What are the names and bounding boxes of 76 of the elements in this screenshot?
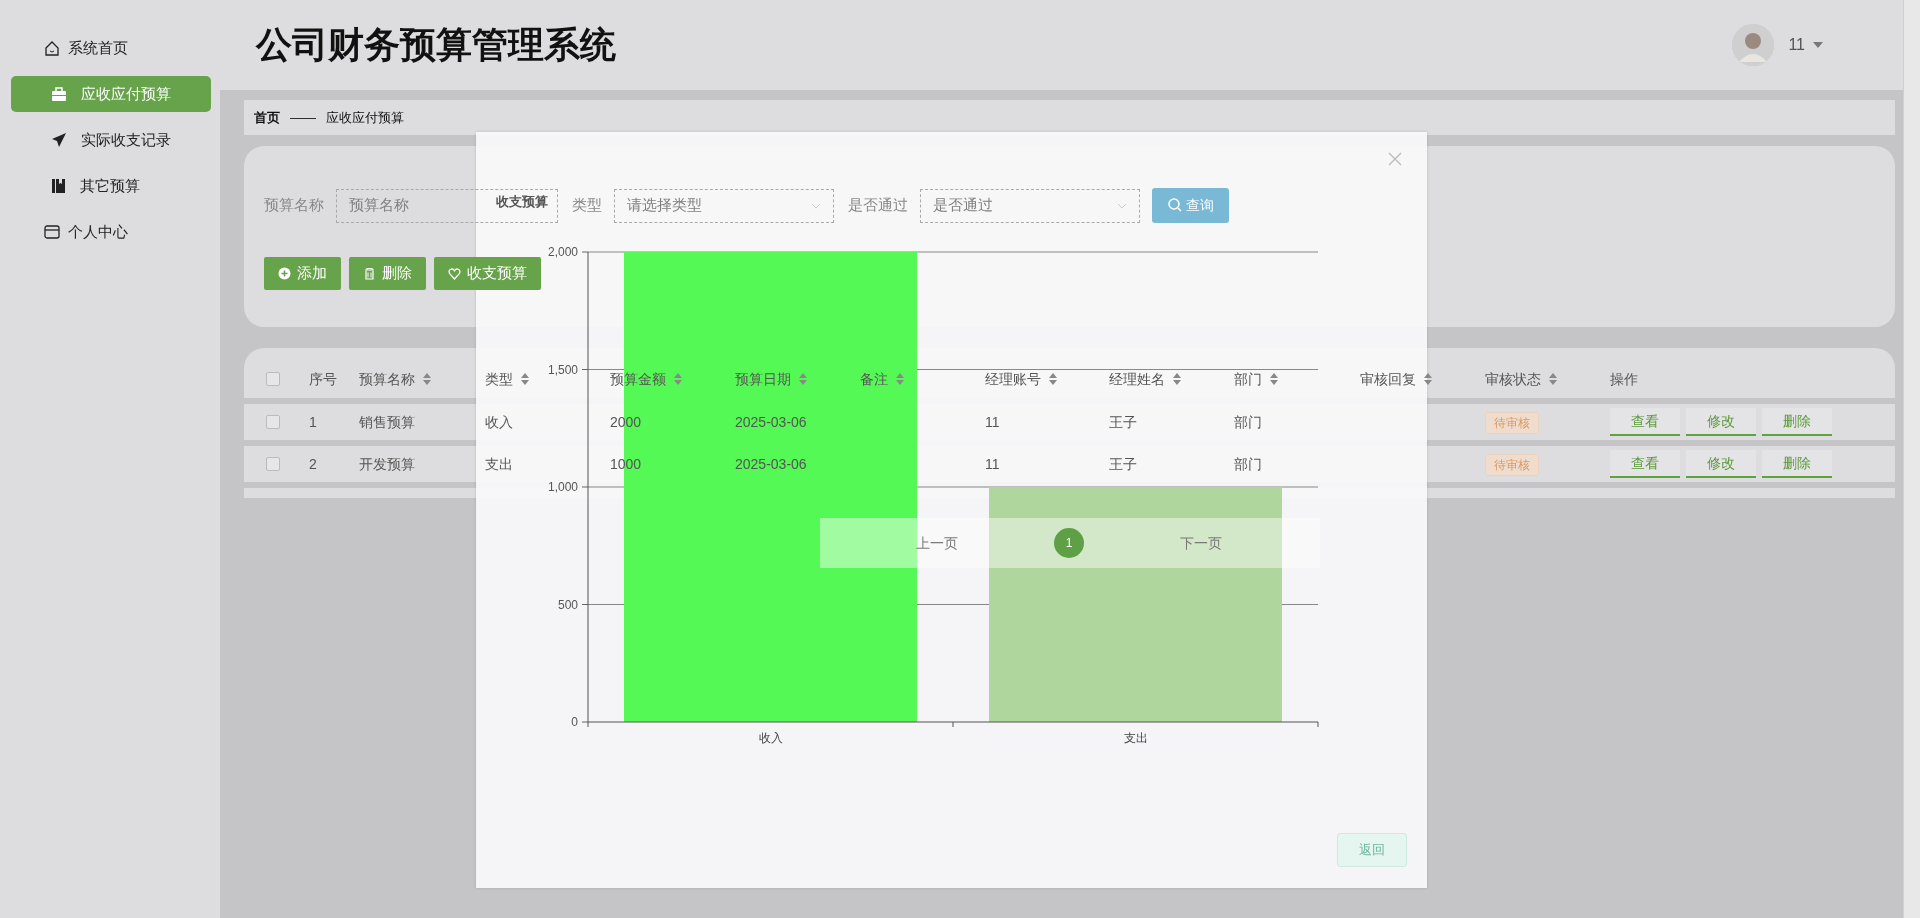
scrollbar[interactable] [1903,0,1920,918]
card-icon [44,224,60,240]
table-cell: 1 [309,413,317,430]
axis-tick-label: 1,500 [547,362,578,377]
caret-icon[interactable] [1813,42,1823,48]
column-header: 部门 [1234,369,1262,389]
table-cell: 开发预算 [359,455,415,472]
checkbox[interactable] [266,372,280,386]
avatar[interactable] [1732,24,1775,66]
column-header: 经理姓名 [1109,369,1165,389]
column-header: 操作 [1610,369,1638,389]
row-action-button[interactable]: 查看 [1610,408,1680,436]
column-header: 备注 [860,369,888,389]
sidebar-item[interactable]: 其它预算 [11,168,211,204]
book-icon [51,178,66,194]
home-icon [44,40,60,56]
axis-tick-label: 0 [571,715,578,729]
field-label: 类型 [572,195,602,216]
action-button[interactable]: 添加 [264,257,341,290]
column-header: 审核状态 [1485,369,1541,389]
axis-tick-label: 1,000 [547,480,578,494]
status-badge: 待审核 [1485,411,1539,434]
breadcrumb-separator: —— [290,108,316,127]
row-action-button[interactable]: 修改 [1686,450,1756,478]
sidebar-item[interactable]: 系统首页 [11,30,211,66]
column-header: 类型 [485,369,513,389]
checkbox[interactable] [266,415,280,429]
axis-tick-label: 500 [557,597,578,612]
axis-category-label: 支出 [1123,731,1148,745]
table-cell: 11 [985,455,1000,472]
field-label: 是否通过 [848,195,908,216]
table-cell: 王子 [1109,455,1137,472]
sidebar-item[interactable]: 个人中心 [11,214,211,250]
column-header: 序号 [309,369,337,389]
heart-icon [448,267,461,280]
row-action-button[interactable]: 查看 [1610,450,1680,478]
table-cell: 2 [309,455,317,472]
column-header: 经理账号 [985,369,1041,389]
table-cell: 2025-03-06 [735,413,807,430]
table-cell: 销售预算 [359,413,415,430]
table-cell: 部门 [1234,413,1262,430]
dialog-title: 收支预算 [496,193,548,211]
field-label: 预算名称 [264,195,324,216]
status-badge: 待审核 [1485,453,1539,476]
back-button[interactable]: 返回 [1337,833,1407,867]
plus-icon [278,267,291,280]
checkbox[interactable] [266,457,280,471]
breadcrumb-link[interactable]: 首页 [254,107,280,128]
paper-plane-icon [51,132,67,148]
user-name[interactable]: 11 [1788,33,1805,57]
next-page-link[interactable]: 下一页 [1180,532,1222,554]
page-title: 公司财务预算管理系统 [256,23,616,67]
table-cell: 部门 [1234,455,1262,472]
axis-tick-label: 2,000 [547,245,578,259]
row-action-button[interactable]: 删除 [1762,450,1832,478]
table-cell: 收入 [485,413,513,430]
table-cell: 2025-03-06 [735,455,807,472]
sidebar-item[interactable]: 应收应付预算 [11,76,211,112]
row-action-button[interactable]: 删除 [1762,408,1832,436]
table-cell: 11 [985,413,1000,430]
axis-category-label: 收入 [758,731,783,745]
table-cell: 王子 [1109,413,1137,430]
trash-icon [363,267,376,280]
column-header: 预算日期 [735,369,791,389]
search-icon [1167,198,1182,212]
column-header: 预算金额 [610,369,666,389]
action-button[interactable]: 删除 [349,257,426,290]
briefcase-icon [51,86,67,102]
breadcrumb-current: 应收应付预算 [326,108,404,127]
row-action-button[interactable]: 修改 [1686,408,1756,436]
column-header: 审核回复 [1360,369,1416,389]
column-header: 预算名称 [359,369,415,389]
sidebar-item[interactable]: 实际收支记录 [11,122,211,158]
search-button[interactable]: 查询 [1152,188,1229,223]
action-button[interactable]: 收支预算 [434,257,541,290]
table-cell: 支出 [485,455,513,472]
